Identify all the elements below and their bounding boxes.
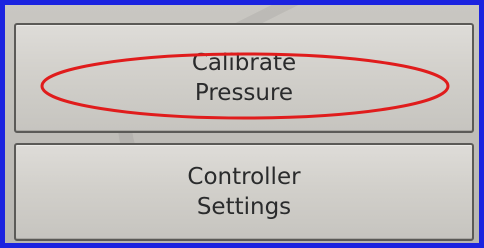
controller-settings-label: Controller Settings: [187, 164, 301, 220]
calibrate-pressure-label: Calibrate Pressure: [191, 50, 297, 106]
controller-settings-button[interactable]: Controller Settings: [14, 143, 474, 241]
calibrate-pressure-button[interactable]: Calibrate Pressure: [14, 23, 474, 133]
touch-screen: Calibrate Pressure Controller Settings: [5, 5, 479, 243]
